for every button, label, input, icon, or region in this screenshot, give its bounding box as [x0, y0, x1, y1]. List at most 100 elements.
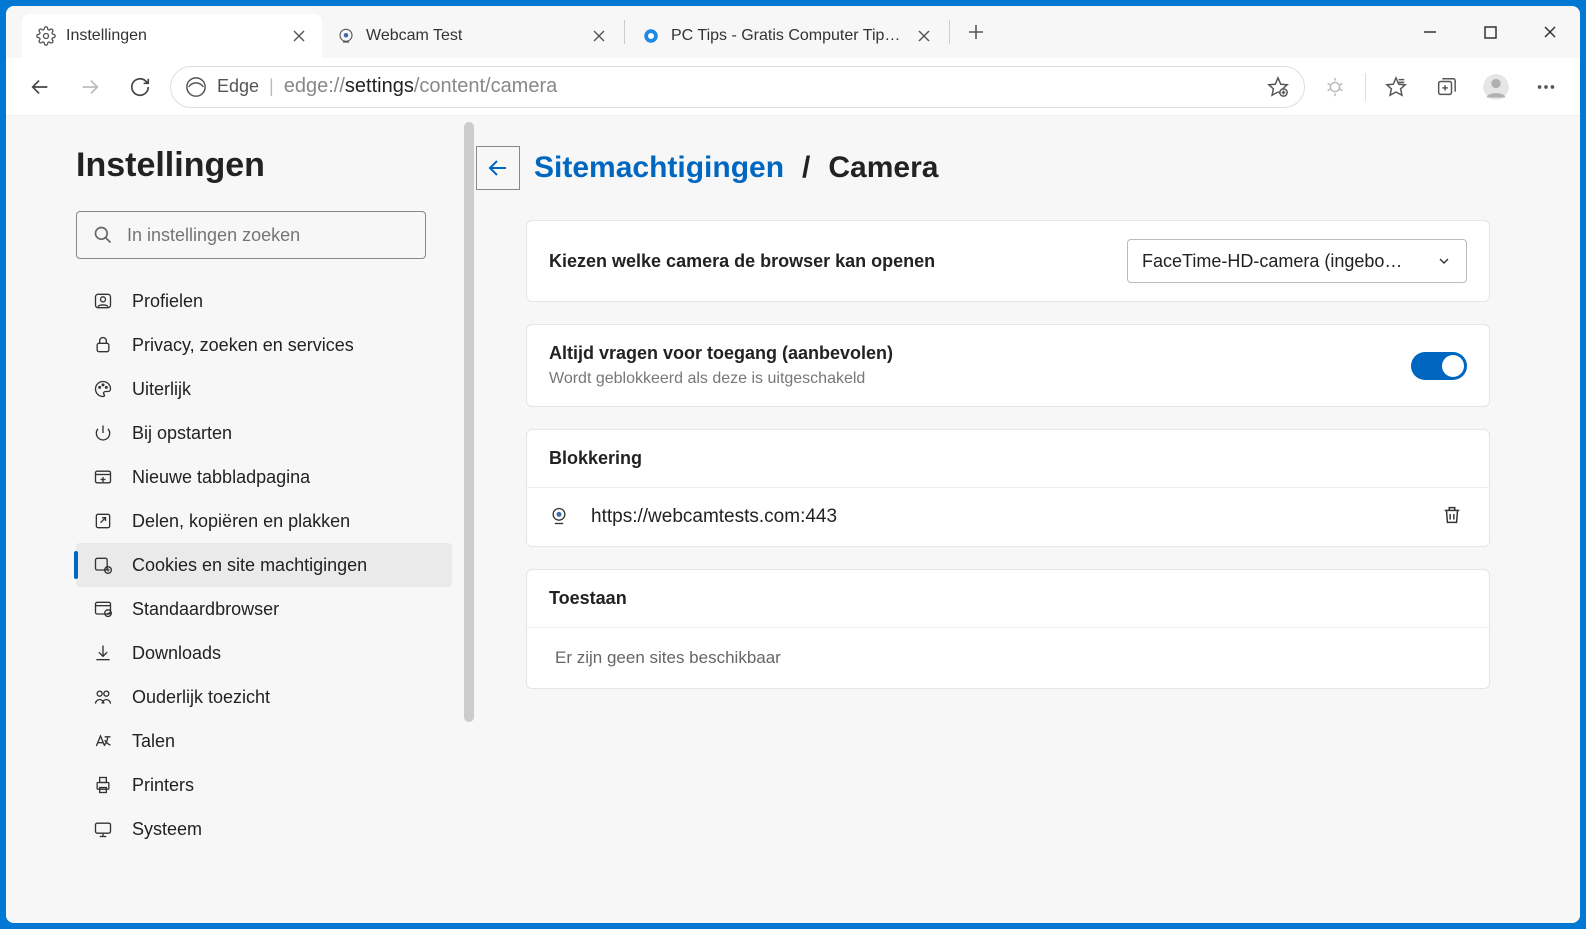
allow-empty-text: Er zijn geen sites beschikbaar: [527, 627, 1489, 688]
sidebar-item-downloads[interactable]: Downloads: [76, 631, 452, 675]
toolbar: Edge | edge://settings/content/camera: [6, 58, 1580, 116]
blocked-site-row: https://webcamtests.com:443: [527, 487, 1489, 546]
url-text: edge://settings/content/camera: [284, 75, 558, 98]
debug-icon[interactable]: [1315, 67, 1355, 107]
share-icon: [92, 510, 114, 532]
sidebar-item-label: Profielen: [132, 291, 203, 312]
favorite-add-icon[interactable]: [1258, 67, 1298, 107]
ask-access-toggle[interactable]: [1411, 352, 1467, 380]
gear-icon: [36, 26, 56, 46]
ask-access-sub: Wordt geblokkeerd als deze is uitgeschak…: [549, 370, 893, 388]
sidebar-item-profiles[interactable]: Profielen: [76, 279, 452, 323]
favorites-icon[interactable]: [1376, 67, 1416, 107]
ask-access-card: Altijd vragen voor toegang (aanbevolen) …: [526, 324, 1490, 407]
system-icon: [92, 818, 114, 840]
download-icon: [92, 642, 114, 664]
palette-icon: [92, 378, 114, 400]
sidebar-item-label: Downloads: [132, 643, 221, 664]
permissions-icon: [92, 554, 114, 576]
sidebar-item-label: Delen, kopiëren en plakken: [132, 511, 350, 532]
sidebar-item-family[interactable]: Ouderlijk toezicht: [76, 675, 452, 719]
tab-separator: [949, 20, 950, 44]
camera-select-label: Kiezen welke camera de browser kan opene…: [549, 251, 935, 272]
sidebar-scrollbar[interactable]: [464, 122, 474, 722]
camera-select-value: FaceTime-HD-camera (ingebo…: [1142, 251, 1402, 272]
settings-search[interactable]: [76, 211, 426, 259]
profile-avatar[interactable]: [1476, 67, 1516, 107]
newtab-icon: [92, 466, 114, 488]
refresh-button[interactable]: [120, 67, 160, 107]
allow-card: Toestaan Er zijn geen sites beschikbaar: [526, 569, 1490, 689]
lock-icon: [92, 334, 114, 356]
webcam-icon: [549, 506, 571, 528]
tab-settings[interactable]: Instellingen: [22, 14, 322, 58]
new-tab-button[interactable]: [956, 12, 996, 52]
address-brand: Edge: [217, 76, 259, 97]
breadcrumb-link[interactable]: Sitemachtigingen: [534, 151, 784, 185]
sidebar-item-cookies[interactable]: Cookies en site machtigingen: [76, 543, 452, 587]
sidebar-item-appearance[interactable]: Uiterlijk: [76, 367, 452, 411]
breadcrumb-current: Camera: [828, 151, 938, 185]
sidebar-item-label: Nieuwe tabbladpagina: [132, 467, 310, 488]
allow-heading: Toestaan: [549, 588, 627, 609]
tab-title: PC Tips - Gratis Computer Tips, i…: [671, 27, 905, 45]
sidebar-item-label: Bij opstarten: [132, 423, 232, 444]
sidebar-item-label: Printers: [132, 775, 194, 796]
block-heading: Blokkering: [549, 448, 642, 469]
ask-access-label: Altijd vragen voor toegang (aanbevolen): [549, 343, 893, 364]
tab-pctips[interactable]: PC Tips - Gratis Computer Tips, i…: [627, 14, 947, 58]
sidebar-item-label: Standaardbrowser: [132, 599, 279, 620]
sidebar-item-privacy[interactable]: Privacy, zoeken en services: [76, 323, 452, 367]
sidebar-item-printers[interactable]: Printers: [76, 763, 452, 807]
sidebar-item-default-browser[interactable]: Standaardbrowser: [76, 587, 452, 631]
camera-select-dropdown[interactable]: FaceTime-HD-camera (ingebo…: [1127, 239, 1467, 283]
forward-button[interactable]: [70, 67, 110, 107]
breadcrumb-sep: /: [802, 151, 810, 185]
back-button[interactable]: [20, 67, 60, 107]
search-input[interactable]: [127, 225, 409, 246]
language-icon: [92, 730, 114, 752]
sidebar-title: Instellingen: [76, 146, 452, 185]
tab-strip: Instellingen Webcam Test PC Tips - Grati…: [6, 6, 1580, 58]
chevron-down-icon: [1436, 253, 1452, 269]
sidebar-item-newtab[interactable]: Nieuwe tabbladpagina: [76, 455, 452, 499]
webcam-icon: [336, 26, 356, 46]
tab-title: Webcam Test: [366, 27, 580, 45]
edge-logo-icon: [185, 76, 207, 98]
address-bar[interactable]: Edge | edge://settings/content/camera: [170, 66, 1305, 108]
window-controls: [1400, 6, 1580, 58]
minimize-button[interactable]: [1400, 8, 1460, 56]
close-window-button[interactable]: [1520, 8, 1580, 56]
close-tab-button[interactable]: [290, 27, 308, 45]
more-menu-button[interactable]: [1526, 67, 1566, 107]
printer-icon: [92, 774, 114, 796]
delete-blocked-site-button[interactable]: [1441, 504, 1467, 530]
collections-icon[interactable]: [1426, 67, 1466, 107]
sidebar-item-label: Ouderlijk toezicht: [132, 687, 270, 708]
sidebar-item-share[interactable]: Delen, kopiëren en plakken: [76, 499, 452, 543]
sidebar-item-label: Systeem: [132, 819, 202, 840]
sidebar-item-languages[interactable]: Talen: [76, 719, 452, 763]
sidebar-item-label: Talen: [132, 731, 175, 752]
settings-main: Sitemachtigingen / Camera Kiezen welke c…: [476, 116, 1580, 923]
tab-webcam-test[interactable]: Webcam Test: [322, 14, 622, 58]
close-tab-button[interactable]: [915, 27, 933, 45]
close-tab-button[interactable]: [590, 27, 608, 45]
blocked-site-url[interactable]: https://webcamtests.com:443: [591, 506, 1421, 528]
search-icon: [93, 225, 113, 245]
site-icon: [641, 26, 661, 46]
sidebar-item-system[interactable]: Systeem: [76, 807, 452, 851]
sidebar-item-label: Uiterlijk: [132, 379, 191, 400]
family-icon: [92, 686, 114, 708]
tab-title: Instellingen: [66, 27, 280, 45]
power-icon: [92, 422, 114, 444]
sidebar-item-label: Cookies en site machtigingen: [132, 555, 367, 576]
sidebar-item-label: Privacy, zoeken en services: [132, 335, 354, 356]
profile-icon: [92, 290, 114, 312]
sidebar-item-startup[interactable]: Bij opstarten: [76, 411, 452, 455]
settings-sidebar: Instellingen Profielen Privacy, zoeken e…: [6, 116, 476, 923]
browser-icon: [92, 598, 114, 620]
maximize-button[interactable]: [1460, 8, 1520, 56]
breadcrumb-back-button[interactable]: [476, 146, 520, 190]
tab-separator: [624, 20, 625, 44]
